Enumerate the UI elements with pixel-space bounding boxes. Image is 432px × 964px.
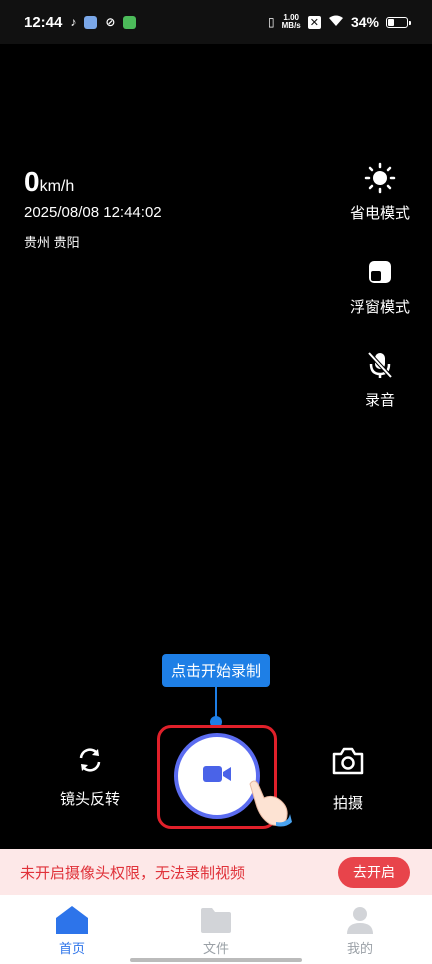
tab-home-label: 首页 [58, 941, 85, 956]
wechat-notification-icon [123, 15, 137, 29]
tab-files-label: 文件 [202, 941, 229, 956]
battery-icon [386, 16, 411, 28]
floating-window-icon [364, 256, 396, 288]
refresh-icon [58, 744, 122, 776]
app-notification-icon [84, 15, 98, 29]
audio-record-label: 录音 [364, 392, 395, 409]
bottom-tab-bar: 首页 文件 我的 [0, 895, 432, 964]
flip-camera-label: 镜头反转 [59, 791, 120, 808]
capture-photo-button[interactable]: 拍摄 [316, 744, 380, 813]
camera-permission-banner: 未开启摄像头权限，无法录制视频 去开启 [0, 849, 432, 895]
tab-home[interactable]: 首页 [22, 895, 122, 957]
tab-profile[interactable]: 我的 [310, 895, 410, 957]
flip-camera-button[interactable]: 镜头反转 [58, 744, 122, 809]
battery-percent: 34% [350, 14, 379, 30]
floating-window-button[interactable]: 浮窗模式 [348, 256, 412, 317]
capture-photo-label: 拍摄 [332, 795, 363, 812]
speed-unit: km/h [39, 178, 75, 195]
permission-warning-text: 未开启摄像头权限，无法录制视频 [20, 864, 246, 882]
status-time: 12:44 [24, 13, 63, 31]
tab-files[interactable]: 文件 [166, 895, 266, 957]
location: 贵州 贵阳 [24, 235, 80, 250]
camera-icon [316, 744, 380, 778]
start-recording-tooltip: 点击开始录制 [162, 654, 270, 687]
datetime: 2025/08/08 12:44:02 [24, 204, 162, 221]
home-icon [55, 905, 89, 935]
link-icon: ⊘ [105, 15, 116, 29]
enable-permission-button[interactable]: 去开启 [338, 856, 410, 888]
video-camera-icon [202, 763, 232, 790]
sun-icon [364, 162, 396, 194]
power-saving-mode-button[interactable]: 省电模式 [348, 162, 412, 223]
tab-profile-label: 我的 [346, 941, 373, 956]
tiktok-icon: ♪ [70, 15, 77, 29]
pointing-hand-icon [246, 778, 294, 833]
no-sim-icon: ✕ [307, 15, 321, 29]
audio-record-button[interactable]: 录音 [348, 349, 412, 410]
folder-icon [199, 905, 233, 935]
floating-window-label: 浮窗模式 [349, 299, 410, 316]
vibrate-icon: ▯ [268, 15, 275, 29]
status-bar: 12:44 ♪ ⊘ ▯ 1.00 MB/s ✕ 34% [0, 0, 432, 44]
wifi-icon [328, 14, 344, 30]
mic-off-icon [364, 349, 396, 381]
network-speed: 1.00 MB/s [281, 13, 301, 30]
speed-readout: 0km/h [24, 166, 74, 198]
power-saving-label: 省电模式 [349, 205, 410, 222]
speed-value: 0 [24, 166, 40, 197]
person-icon [343, 905, 377, 935]
home-indicator[interactable] [130, 958, 302, 962]
